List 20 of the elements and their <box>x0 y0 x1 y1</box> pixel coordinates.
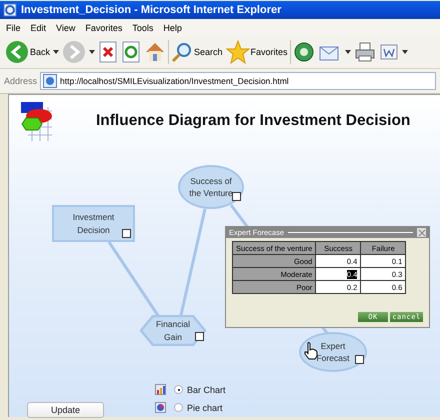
option-label: Pie chart <box>187 402 223 412</box>
menu-item[interactable]: Tools <box>132 22 154 32</box>
menu-item[interactable]: Edit <box>30 22 46 32</box>
menu-item[interactable]: Help <box>163 22 182 32</box>
chance-node[interactable]: Expert Forecast <box>299 332 367 372</box>
favorites-button[interactable]: Favorites <box>224 40 289 64</box>
window-title: Investment_Decision - Microsoft Internet Explorer <box>21 4 282 16</box>
chance-node[interactable]: Success of the Venture <box>178 165 244 209</box>
update-button[interactable]: Update <box>27 402 104 418</box>
menu-item[interactable]: File <box>6 22 21 32</box>
menu-item[interactable]: View <box>56 22 76 32</box>
search-button[interactable]: Search <box>170 41 224 63</box>
address-field[interactable]: http://localhost/SMILEvisualization/Investment_Decision.html <box>40 72 436 90</box>
address-label: Address <box>4 76 38 86</box>
utility-node[interactable]: Financial Gain <box>140 315 206 346</box>
page-title: Influence Diagram for Investment Decision <box>96 112 410 130</box>
decision-node[interactable]: Investment Decision <box>52 205 135 242</box>
menu-item[interactable]: Favorites <box>85 22 122 32</box>
back-button[interactable]: Back <box>4 40 60 64</box>
option-label: Bar Chart <box>187 384 226 394</box>
